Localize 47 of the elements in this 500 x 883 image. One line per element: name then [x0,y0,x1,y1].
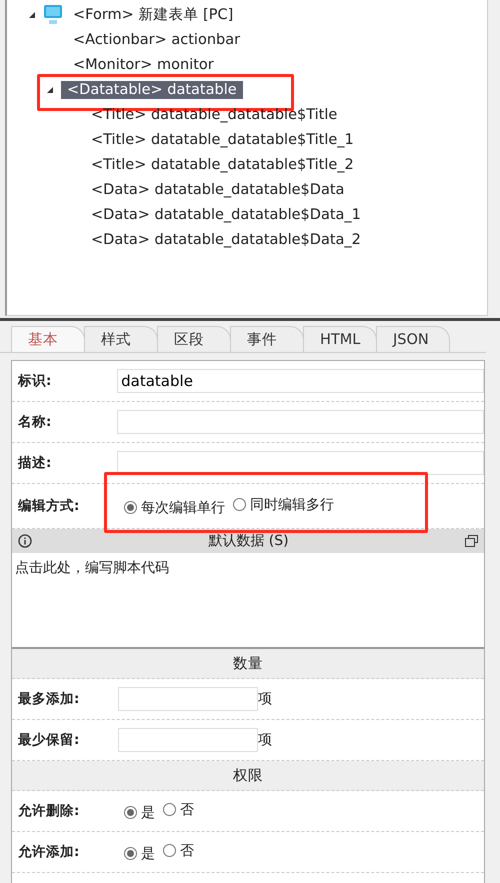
radio-label: 是 [141,844,155,862]
radio-button[interactable] [233,498,246,511]
input-field[interactable] [117,410,484,434]
tree-item[interactable]: <Title> datatable_datatable$Title_1 [85,130,360,148]
section-title: 权限 [233,767,263,785]
tree-item[interactable]: <Monitor> monitor [67,56,220,74]
radio-label: 否 [180,842,194,860]
expand-arrow-icon[interactable] [29,12,35,18]
tree-item[interactable]: <Datatable> datatable [61,80,243,98]
field-label: 最少保留: [17,731,80,749]
field-label: 名称: [16,413,52,431]
field-label: 允许删除: [17,802,80,820]
field-label: 编辑方式: [16,497,80,515]
radio-label: 否 [180,800,194,818]
radio-button[interactable] [163,844,176,857]
radio-label: 同时编辑多行 [250,496,334,514]
input-field[interactable] [118,728,258,752]
tree-item[interactable]: <Form> 新建表单 [PC] [67,4,240,25]
unit-label: 项 [258,731,272,749]
unit-label: 项 [258,690,272,708]
tree-item[interactable]: <Data> datatable_datatable$Data_2 [85,230,367,248]
radio-button[interactable] [163,803,176,816]
field-label: 允许添加: [17,843,80,861]
expand-arrow-icon[interactable] [47,86,53,92]
field-label: 最多添加: [17,690,80,708]
radio-button[interactable] [124,847,137,860]
field-label: 标识: [16,372,52,390]
tree-item[interactable]: <Title> datatable_datatable$Title_2 [85,156,360,174]
radio-button[interactable] [124,806,137,819]
radio-button[interactable] [124,501,137,514]
section-title: 默认数据 (S) [208,532,289,550]
tree-item[interactable]: <Data> datatable_datatable$Data [85,180,350,198]
monitor-icon [43,4,63,26]
info-icon[interactable] [18,534,32,548]
tab[interactable]: 基本 [11,326,85,352]
radio-label: 是 [141,804,155,822]
radio-label: 每次编辑单行 [141,498,225,516]
editor-hint: 点击此处，编写脚本代码 [15,560,169,576]
tree-item[interactable]: <Title> datatable_datatable$Title [85,106,344,124]
tree-item[interactable]: <Data> datatable_datatable$Data_1 [85,206,367,224]
tree-item[interactable]: <Actionbar> actionbar [67,30,246,48]
input-field[interactable] [118,687,258,711]
field-label: 描述: [16,454,52,472]
restore-window-icon[interactable] [464,535,478,547]
input-field[interactable]: datatable [117,369,484,393]
tab[interactable]: JSON [376,326,450,352]
section-title: 数量 [233,655,263,673]
